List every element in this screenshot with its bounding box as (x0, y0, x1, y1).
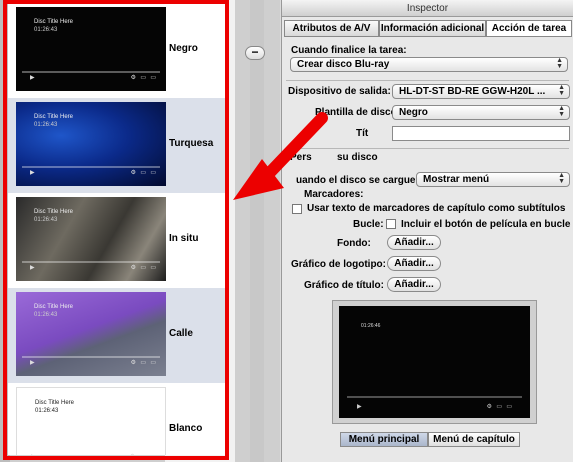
disc-template-label: Plantilla de disco: (315, 107, 401, 118)
loop-checkbox-label: Incluir el botón de película en bucle (401, 219, 571, 230)
preview-screen: 01:26:46 ▶ ⚙ ▭ ▭ (339, 306, 530, 418)
when-finished-label: Cuando finalice la tarea: (291, 45, 407, 56)
play-icon: ▶ (357, 404, 362, 410)
tab-job-action[interactable]: Acción de tarea (486, 20, 572, 37)
output-device-popup[interactable]: HL-DT-ST BD-RE GGW-H20L ... ▲ ▼ (392, 84, 570, 99)
preview-progress-bar (347, 396, 522, 398)
background-add-button[interactable]: Añadir... (387, 235, 441, 250)
chapters-icon: ▭ (506, 404, 512, 410)
markers-label: Marcadores: (304, 189, 364, 200)
markers-checkbox[interactable] (292, 204, 302, 214)
disc-title-label: Tít (356, 128, 369, 139)
segment-main-menu[interactable]: Menú principal (340, 432, 428, 447)
customize-label-end: su disco (337, 152, 378, 163)
settings-icon: ⚙ (486, 404, 492, 410)
logo-graphic-label: Gráfico de logotipo: (291, 259, 386, 270)
background-scrollbar[interactable] (250, 0, 264, 462)
output-device-value: HL-DT-ST BD-RE GGW-H20L ... (399, 86, 546, 97)
separator (286, 148, 569, 149)
tab-additional-info[interactable]: Información adicional (379, 20, 486, 37)
on-load-popup[interactable]: Mostrar menú ▲ ▼ (416, 172, 570, 187)
disc-template-popup[interactable]: Negro ▲ ▼ (392, 105, 570, 120)
menu-preview: 01:26:46 ▶ ⚙ ▭ ▭ (332, 300, 537, 424)
logo-add-button[interactable]: Añadir... (387, 256, 441, 271)
window-title: Inspector (282, 0, 573, 17)
tab-bar: Atributos de A/V Información adicional A… (282, 20, 573, 37)
when-finished-value: Crear disco Blu-ray (297, 59, 390, 70)
popup-arrows-icon: ▲ ▼ (558, 172, 565, 185)
segment-chapter-menu[interactable]: Menú de capítulo (428, 432, 520, 447)
markers-checkbox-label: Usar texto de marcadores de capítulo com… (307, 203, 566, 214)
tab-av-attributes[interactable]: Atributos de A/V (284, 20, 379, 37)
disc-template-value: Negro (399, 107, 428, 118)
output-device-label: Dispositivo de salida: (288, 86, 391, 97)
customize-label-start: Pers (290, 152, 312, 163)
popup-arrows-icon: ▲ ▼ (556, 57, 563, 70)
on-load-label: uando el disco se cargue: (296, 175, 419, 186)
inspector-window: Inspector Atributos de A/V Información a… (281, 0, 573, 462)
on-load-value: Mostrar menú (423, 174, 490, 185)
loop-checkbox[interactable] (386, 219, 396, 229)
separator (286, 80, 569, 81)
popup-arrows-icon: ▲ ▼ (558, 84, 565, 97)
loop-label: Bucle: (353, 219, 384, 230)
preview-time: 01:26:46 (361, 323, 381, 329)
title-graphic-label: Gráfico de título: (304, 280, 384, 291)
when-finished-popup[interactable]: Crear disco Blu-ray ▲ ▼ (290, 57, 568, 72)
subtitles-icon: ▭ (496, 404, 502, 410)
title-graphic-add-button[interactable]: Añadir... (387, 277, 441, 292)
popup-arrows-icon: ▲ ▼ (558, 105, 565, 118)
remove-button[interactable]: − (245, 46, 265, 60)
highlight-frame (3, 0, 229, 460)
disc-title-field[interactable] (392, 126, 570, 141)
background-label: Fondo: (337, 238, 371, 249)
